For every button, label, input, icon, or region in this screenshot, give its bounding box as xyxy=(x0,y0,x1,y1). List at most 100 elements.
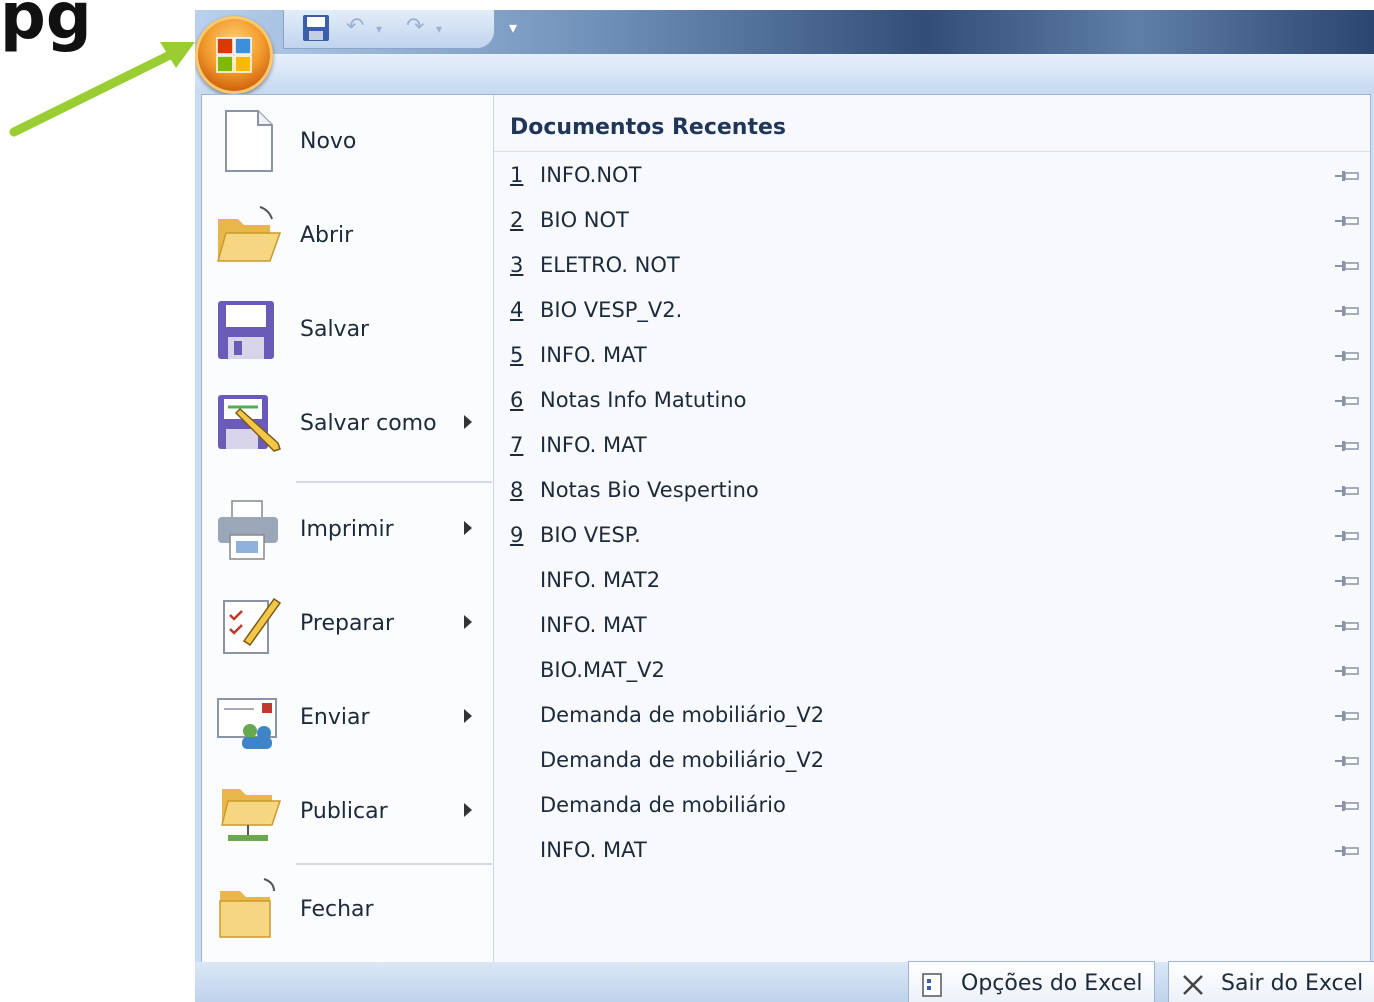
recent-document-item[interactable]: Demanda de mobiliário_V2 xyxy=(510,742,1360,782)
recent-document-number: 1 xyxy=(510,163,524,187)
pin-icon[interactable] xyxy=(1334,480,1360,502)
recent-document-name: BIO NOT xyxy=(540,208,629,232)
pin-icon[interactable] xyxy=(1334,795,1360,817)
recent-document-number: 2 xyxy=(510,208,524,232)
pin-icon[interactable] xyxy=(1334,750,1360,772)
recent-document-item[interactable]: 1 INFO.NOT xyxy=(510,157,1360,197)
recent-document-number: 9 xyxy=(510,523,524,547)
save-as-icon xyxy=(218,395,281,452)
recent-document-name: INFO. MAT xyxy=(540,343,647,367)
submenu-arrow-icon xyxy=(464,415,472,429)
recent-document-name: Notas Info Matutino xyxy=(540,388,747,412)
command-new[interactable]: Novo xyxy=(214,99,488,187)
command-label: Preparar xyxy=(300,611,394,636)
close-icon xyxy=(1183,975,1203,995)
exit-excel-button[interactable]: Sair do Excel xyxy=(1168,961,1374,1002)
pin-icon[interactable] xyxy=(1334,300,1360,322)
recent-document-item[interactable]: 9 BIO VESP. xyxy=(510,517,1360,557)
recent-document-number: 4 xyxy=(510,298,524,322)
recent-document-item[interactable]: 6 Notas Info Matutino xyxy=(510,382,1360,422)
save-icon[interactable] xyxy=(302,14,330,42)
pin-icon[interactable] xyxy=(1334,435,1360,457)
recent-document-name: Demanda de mobiliário_V2 xyxy=(540,748,825,772)
send-icon xyxy=(217,698,277,749)
command-close[interactable]: Fechar xyxy=(214,867,488,955)
pin-icon[interactable] xyxy=(1334,255,1360,277)
pin-icon[interactable] xyxy=(1334,210,1360,232)
command-label: Abrir xyxy=(300,223,354,248)
printer-icon xyxy=(218,500,278,560)
save-icon xyxy=(218,301,274,359)
recent-document-item[interactable]: 5 INFO. MAT xyxy=(510,337,1360,377)
exit-excel-label: Sair do Excel xyxy=(1221,971,1364,996)
recent-document-name: INFO.NOT xyxy=(540,163,642,187)
close-folder-icon xyxy=(219,878,275,938)
recent-document-item[interactable]: 3 ELETRO. NOT xyxy=(510,247,1360,287)
command-label: Salvar xyxy=(300,317,370,342)
recent-document-name: INFO. MAT xyxy=(540,433,647,457)
divider xyxy=(494,151,1370,152)
pin-icon[interactable] xyxy=(1334,390,1360,412)
pin-icon[interactable] xyxy=(1334,705,1360,727)
green-arrow-annotation xyxy=(9,42,195,137)
recent-document-number: 3 xyxy=(510,253,524,277)
pin-icon[interactable] xyxy=(1334,840,1360,862)
commands-pane: Novo Abrir Salvar Salvar como Imprimir P… xyxy=(202,95,494,963)
recent-document-item[interactable]: 8 Notas Bio Vespertino xyxy=(510,472,1360,512)
ribbon-strip xyxy=(195,54,1374,94)
pin-icon[interactable] xyxy=(1334,615,1360,637)
recent-document-name: BIO VESP_V2. xyxy=(540,298,683,322)
recent-document-number: 5 xyxy=(510,343,524,367)
pin-icon[interactable] xyxy=(1334,570,1360,592)
command-save-as[interactable]: Salvar como xyxy=(214,381,488,469)
command-open[interactable]: Abrir xyxy=(214,193,488,281)
recent-document-item[interactable]: 7 INFO. MAT xyxy=(510,427,1360,467)
recent-documents-title: Documentos Recentes xyxy=(510,115,786,140)
menu-separator xyxy=(296,481,492,483)
excel-window: ↶ ▾ ↷ ▾ ▾ Novo Abrir Salvar Salvar como … xyxy=(195,10,1374,1002)
excel-options-button[interactable]: Opções do Excel xyxy=(908,961,1155,1002)
office-logo-icon xyxy=(216,37,252,73)
redo-icon[interactable]: ↷ xyxy=(406,14,424,39)
office-button[interactable] xyxy=(195,16,273,94)
quick-access-toolbar: ↶ ▾ ↷ ▾ xyxy=(283,10,495,49)
submenu-arrow-icon xyxy=(464,615,472,629)
new-document-icon xyxy=(225,110,273,172)
command-publish[interactable]: Publicar xyxy=(214,769,488,857)
pin-icon[interactable] xyxy=(1334,345,1360,367)
prepare-icon xyxy=(223,597,282,654)
recent-document-item[interactable]: BIO.MAT_V2 xyxy=(510,652,1360,692)
pin-icon[interactable] xyxy=(1334,525,1360,547)
recent-document-item[interactable]: Demanda de mobiliário_V2 xyxy=(510,697,1360,737)
submenu-arrow-icon xyxy=(464,521,472,535)
pin-icon[interactable] xyxy=(1334,660,1360,682)
recent-document-item[interactable]: Demanda de mobiliário xyxy=(510,787,1360,827)
recent-document-name: BIO VESP. xyxy=(540,523,641,547)
recent-document-name: BIO.MAT_V2 xyxy=(540,658,665,682)
recent-document-item[interactable]: 4 BIO VESP_V2. xyxy=(510,292,1360,332)
command-label: Imprimir xyxy=(300,517,394,542)
undo-icon[interactable]: ↶ xyxy=(346,14,364,39)
command-label: Salvar como xyxy=(300,411,437,436)
recent-document-number: 6 xyxy=(510,388,524,412)
recent-document-item[interactable]: INFO. MAT xyxy=(510,832,1360,872)
recent-document-name: Demanda de mobiliário_V2 xyxy=(540,703,825,727)
customize-icon[interactable]: ▾ xyxy=(509,18,517,37)
recent-document-item[interactable]: INFO. MAT xyxy=(510,607,1360,647)
open-folder-icon xyxy=(217,206,282,262)
office-menu: Novo Abrir Salvar Salvar como Imprimir P… xyxy=(201,94,1371,964)
recent-document-item[interactable]: INFO. MAT2 xyxy=(510,562,1360,602)
command-print[interactable]: Imprimir xyxy=(214,487,488,575)
command-label: Novo xyxy=(300,129,357,154)
recent-document-name: INFO. MAT xyxy=(540,613,647,637)
excel-options-label: Opções do Excel xyxy=(961,971,1143,996)
command-send[interactable]: Enviar xyxy=(214,675,488,763)
chevron-down-icon[interactable]: ▾ xyxy=(436,22,442,36)
chevron-down-icon[interactable]: ▾ xyxy=(376,22,382,36)
recent-document-item[interactable]: 2 BIO NOT xyxy=(510,202,1360,242)
submenu-arrow-icon xyxy=(464,709,472,723)
pin-icon[interactable] xyxy=(1334,165,1360,187)
command-prepare[interactable]: Preparar xyxy=(214,581,488,669)
command-save[interactable]: Salvar xyxy=(214,287,488,375)
recent-document-name: INFO. MAT2 xyxy=(540,568,661,592)
